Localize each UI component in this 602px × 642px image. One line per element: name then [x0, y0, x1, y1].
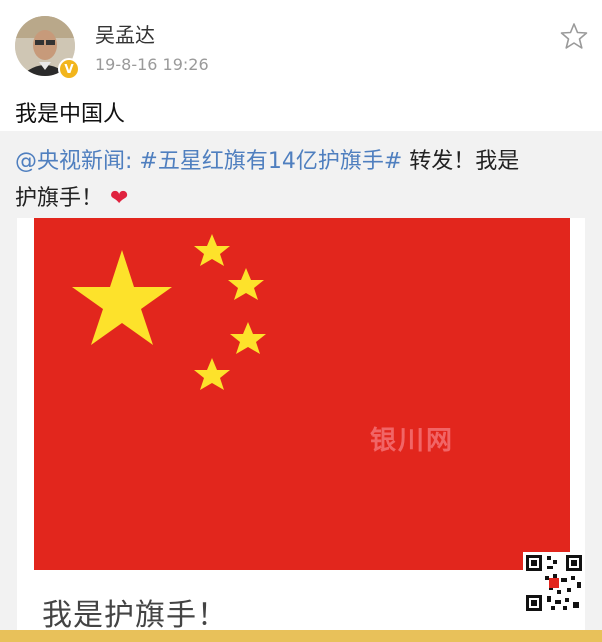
heart-icon: ❤ — [110, 186, 129, 211]
verified-badge-icon: V — [58, 58, 80, 80]
post-text: 我是中国人 — [15, 102, 126, 127]
china-flag-image — [34, 218, 570, 570]
small-star-2 — [228, 268, 264, 300]
repost-text-a: 转发！我是 — [409, 149, 520, 174]
small-star-3 — [230, 322, 266, 354]
post-header: V 吴孟达 19-8-16 19:26 — [0, 0, 602, 90]
small-star-1 — [194, 234, 230, 266]
repost-text-b: 护旗手！ — [15, 186, 104, 211]
author-name[interactable]: 吴孟达 — [95, 19, 155, 48]
mention-link[interactable]: @央视新闻: — [15, 149, 132, 174]
qr-code-icon — [523, 552, 585, 614]
repost-text: @央视新闻: #五星红旗有14亿护旗手# 转发！我是 护旗手！ ❤ — [15, 143, 585, 217]
bottom-bar — [0, 630, 602, 642]
large-star — [72, 250, 172, 345]
post-timestamp: 19-8-16 19:26 — [95, 55, 209, 74]
favorite-star-icon[interactable] — [560, 22, 588, 50]
image-caption: 我是护旗手！ — [42, 598, 228, 633]
watermark-brand: 银川网 — [370, 426, 455, 456]
topic-hashtag-link[interactable]: #五星红旗有14亿护旗手# — [139, 149, 402, 174]
repost-block[interactable]: @央视新闻: #五星红旗有14亿护旗手# 转发！我是 护旗手！ ❤ 我是护旗手！ — [0, 131, 602, 642]
repost-image[interactable]: 我是护旗手！ — [17, 218, 585, 642]
flag-stars — [72, 234, 266, 390]
small-star-4 — [194, 358, 230, 390]
